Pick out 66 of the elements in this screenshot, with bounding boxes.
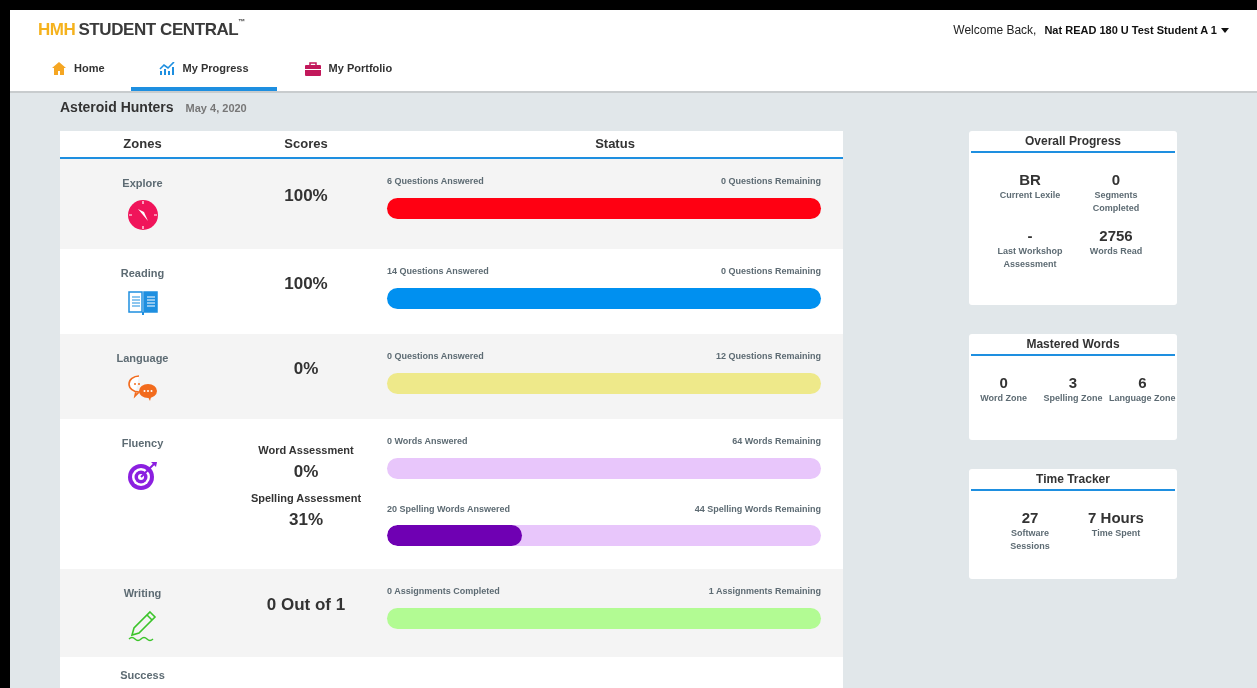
nav-tab[interactable]: My Portfolio [276,50,421,91]
zone-name: Writing [123,586,162,601]
nav-tab[interactable]: Home [38,50,131,91]
stat-label: Software Sessions [1009,527,1051,553]
pencil-icon [127,609,158,642]
program-date: May 4, 2020 [185,101,247,116]
answered-count: 14 Questions Answered [387,265,489,278]
stat-value: 2756 [1099,227,1133,245]
stat-value: BR [1019,171,1041,189]
score-value: 0 Out of 1 [266,594,346,617]
card-title: Overall Progress [971,131,1175,153]
score-label: Word Assessment [258,443,354,458]
score-value: 0% [293,460,319,483]
house-icon [52,62,66,75]
stat-value: 7 Hours [1088,509,1144,527]
chat-bubbles-icon [127,374,158,402]
card-title: Mastered Words [971,334,1175,356]
score-value: 0% [293,357,319,380]
stat-value: 6 [1138,374,1147,392]
stat-value: 0 [1111,171,1121,189]
remaining-count: 12 Questions Remaining [715,350,821,363]
zone-name: Language [116,351,169,366]
answered-count: 20 Spelling Words Answered [387,502,511,516]
zone-name: Success [120,668,165,683]
zone-name: Fluency [121,436,164,451]
stat-label: Word Zone [979,392,1029,405]
compass-icon [127,199,158,230]
answered-count: 6 Questions Answered [387,175,484,188]
zone-name: Explore [122,176,163,191]
stat-value: - [1027,227,1033,245]
column-header: Zones [122,135,163,154]
stat-label: Spelling Zone [1042,392,1104,405]
remaining-count: 0 Questions Remaining [720,265,821,278]
stat-label: Language Zone [1108,392,1177,405]
remaining-count: 64 Words Remaining [732,435,821,448]
welcome-text: Welcome Back, [953,22,1037,39]
remaining-count: 44 Spelling Words Remaining [694,502,821,516]
book-icon [127,289,158,316]
program-title: Asteroid Hunters [60,98,174,117]
column-header: Scores [283,135,329,154]
stat-label: Last Workshop Assessment [996,245,1064,271]
stat-label: Words Read [1088,245,1144,258]
column-header: Status [594,135,636,154]
stat-value: 0 [999,374,1008,392]
user-menu[interactable]: Nat READ 180 U Test Student A 1 [1044,21,1229,39]
stat-label: Time Spent [1090,527,1142,540]
answered-count: 0 Assignments Completed [387,585,500,598]
card-title: Time Tracker [971,469,1175,491]
stat-value: 3 [1068,374,1078,392]
nav-tab[interactable]: My Progress [130,50,277,91]
remaining-count: 0 Questions Remaining [720,175,821,188]
score-value: 31% [289,508,323,531]
stat-label: Segments Completed [1091,189,1141,215]
chart-icon [158,62,175,75]
zone-name: Reading [120,266,165,281]
stat-value: 27 [1021,509,1039,527]
answered-count: 0 Words Answered [387,435,468,448]
stat-label: Current Lexile [998,189,1062,202]
briefcase-icon [304,61,321,76]
answered-count: 0 Questions Answered [387,350,484,363]
score-label: Spelling Assessment [250,491,362,506]
score-value: 100% [284,272,328,295]
caret-icon [1221,27,1229,33]
remaining-count: 1 Assignments Remaining [708,585,821,598]
score-value: 100% [284,185,328,208]
target-icon [127,459,158,491]
